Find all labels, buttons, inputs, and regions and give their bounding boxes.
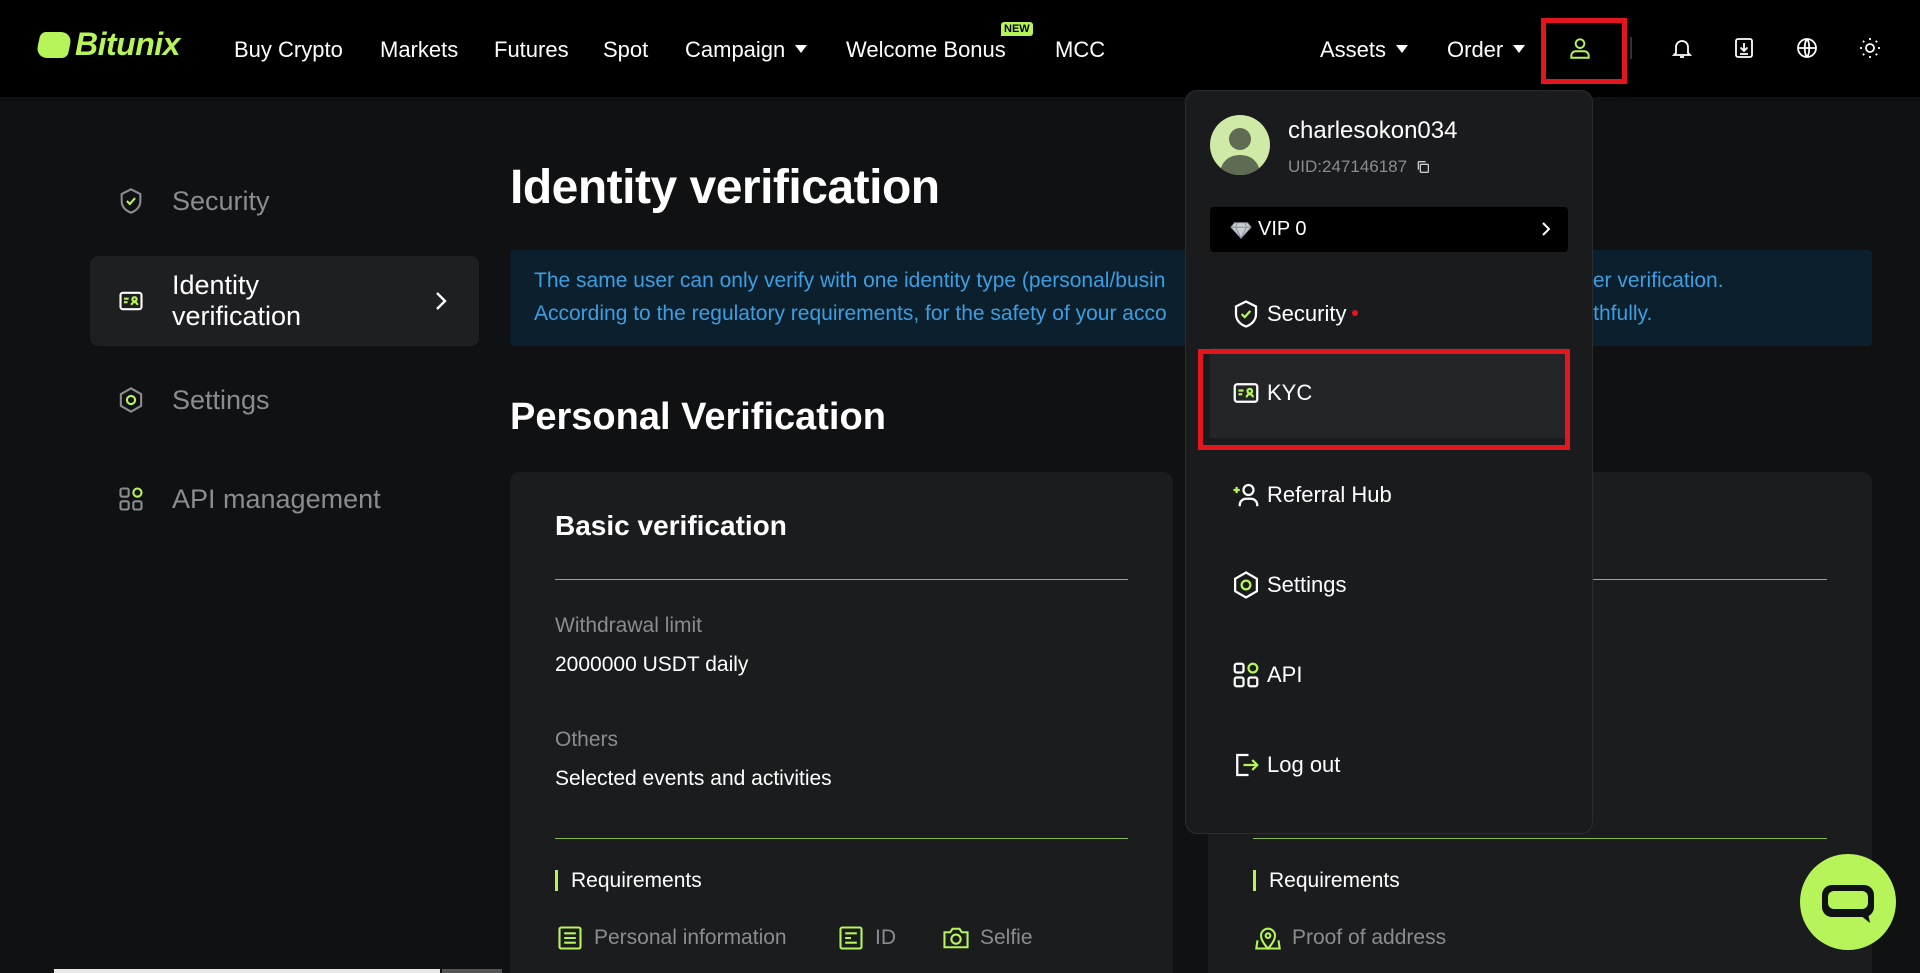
notice-line-2-start: According to the regulatory requirements… bbox=[534, 302, 1167, 325]
nav-buy-crypto[interactable]: Buy Crypto bbox=[234, 37, 343, 63]
vip-label: VIP 0 bbox=[1258, 218, 1307, 240]
settings-hex-icon bbox=[1230, 569, 1262, 601]
vip-level-bar[interactable]: VIP 0 bbox=[1210, 207, 1568, 252]
menu-item-log-out[interactable]: Log out bbox=[1210, 735, 1568, 795]
nav-assets[interactable]: Assets bbox=[1320, 37, 1409, 63]
copy-icon[interactable] bbox=[1415, 159, 1431, 175]
settings-hex-icon bbox=[116, 385, 146, 415]
username: charlesokon034 bbox=[1288, 117, 1458, 144]
bell-icon[interactable] bbox=[1667, 33, 1697, 63]
sidebar-item-api-management[interactable]: API management bbox=[90, 474, 479, 524]
requirement-label: Selfie bbox=[980, 926, 1033, 949]
nav-assets-label: Assets bbox=[1320, 37, 1387, 62]
horizontal-scrollbar[interactable] bbox=[54, 969, 440, 973]
menu-item-security-label: Security bbox=[1267, 301, 1347, 326]
caret-down-icon bbox=[1396, 45, 1409, 54]
nav-spot[interactable]: Spot bbox=[603, 37, 648, 63]
shield-check-icon bbox=[116, 186, 146, 216]
nav-campaign-label: Campaign bbox=[685, 37, 786, 62]
grid-icon bbox=[116, 484, 146, 514]
divider bbox=[555, 579, 1128, 580]
user-dropdown-menu: charlesokon034 UID:247146187 VIP 0 Secur… bbox=[1185, 90, 1593, 834]
document-icon bbox=[555, 923, 585, 953]
map-pin-icon bbox=[1253, 923, 1283, 953]
requirement-personal-information: Personal information bbox=[555, 923, 787, 953]
sun-icon[interactable] bbox=[1855, 33, 1885, 63]
menu-item-label: Settings bbox=[1267, 572, 1347, 597]
menu-item-settings[interactable]: Settings bbox=[1210, 555, 1568, 615]
sidebar-item-label: Settings bbox=[172, 384, 270, 415]
notice-line-1-start: The same user can only verify with one i… bbox=[534, 269, 1166, 292]
logo-text: Bitunix bbox=[75, 26, 180, 62]
grid-icon bbox=[1230, 659, 1262, 691]
nav-welcome-bonus[interactable]: Welcome Bonus bbox=[846, 37, 1006, 63]
sidebar-item-security[interactable]: Security bbox=[90, 176, 479, 226]
uid-text: UID:247146187 bbox=[1288, 157, 1408, 176]
globe-icon[interactable] bbox=[1792, 33, 1822, 63]
logout-icon bbox=[1230, 749, 1262, 781]
nav-campaign[interactable]: Campaign bbox=[685, 37, 808, 63]
user-uid: UID:247146187 bbox=[1288, 157, 1431, 177]
requirement-selfie: Selfie bbox=[941, 923, 1033, 953]
menu-item-label: API bbox=[1267, 662, 1303, 687]
top-navigation-bar: Bitunix Buy Crypto Markets Futures Spot … bbox=[0, 0, 1920, 97]
horizontal-scrollbar-track bbox=[442, 969, 502, 973]
requirement-label: ID bbox=[875, 926, 896, 949]
chevron-right-icon bbox=[1540, 220, 1552, 244]
divider bbox=[555, 838, 1128, 839]
download-icon[interactable] bbox=[1729, 33, 1759, 63]
sidebar-item-label: API management bbox=[172, 483, 381, 514]
logo-mark-icon bbox=[35, 31, 73, 58]
nav-mcc[interactable]: MCC bbox=[1055, 37, 1105, 63]
requirement-proof-of-address: Proof of address bbox=[1253, 923, 1446, 953]
bitunix-logo[interactable]: Bitunix bbox=[35, 26, 180, 63]
diamond-icon bbox=[1230, 220, 1252, 240]
nav-markets[interactable]: Markets bbox=[380, 37, 458, 63]
card-title: Basic verification bbox=[555, 510, 787, 541]
chat-support-button[interactable] bbox=[1800, 854, 1896, 950]
menu-item-label: Log out bbox=[1267, 752, 1341, 777]
add-user-icon bbox=[1230, 479, 1262, 511]
new-badge: NEW bbox=[1001, 22, 1033, 36]
sidebar-item-label: Security bbox=[172, 185, 270, 216]
sidebar-item-settings[interactable]: Settings bbox=[90, 375, 479, 425]
camera-icon bbox=[941, 923, 971, 953]
withdrawal-limit-value: 2000000 USDT daily bbox=[555, 653, 749, 676]
basic-verification-card: Basic verification Withdrawal limit 2000… bbox=[510, 472, 1173, 973]
sidebar-item-label: Identity verification bbox=[172, 270, 302, 331]
others-value: Selected events and activities bbox=[555, 767, 832, 790]
sidebar-item-identity-verification[interactable]: Identity verification bbox=[90, 256, 479, 346]
caret-down-icon bbox=[1513, 45, 1526, 54]
nav-futures[interactable]: Futures bbox=[494, 37, 569, 63]
section-title: Personal Verification bbox=[510, 396, 886, 438]
menu-item-referral-hub[interactable]: Referral Hub bbox=[1210, 465, 1568, 525]
menu-item-security[interactable]: Security bbox=[1210, 284, 1568, 344]
menu-item-label: Security bbox=[1267, 301, 1359, 327]
requirement-label: Proof of address bbox=[1292, 926, 1447, 949]
page-title: Identity verification bbox=[510, 161, 940, 214]
caret-down-icon bbox=[795, 45, 808, 54]
user-icon-highlight bbox=[1541, 18, 1627, 84]
chevron-right-icon bbox=[431, 290, 451, 317]
divider bbox=[1253, 838, 1827, 839]
nav-order-label: Order bbox=[1447, 37, 1504, 62]
others-label: Others bbox=[555, 728, 619, 751]
requirements-title: Requirements bbox=[555, 870, 702, 891]
nav-order[interactable]: Order bbox=[1447, 37, 1526, 63]
menu-item-label: Referral Hub bbox=[1267, 482, 1392, 507]
kyc-highlight bbox=[1198, 349, 1570, 450]
shield-check-icon bbox=[1230, 298, 1262, 330]
nav-divider bbox=[1630, 37, 1632, 59]
avatar bbox=[1210, 115, 1270, 175]
requirement-label: Personal information bbox=[594, 926, 787, 949]
chat-bubble-icon bbox=[1820, 879, 1876, 925]
id-icon bbox=[836, 923, 866, 953]
withdrawal-limit-label: Withdrawal limit bbox=[555, 614, 703, 637]
id-card-icon bbox=[116, 286, 146, 316]
requirement-id: ID bbox=[836, 923, 896, 953]
requirements-title: Requirements bbox=[1253, 870, 1400, 891]
notification-dot bbox=[1352, 310, 1359, 317]
menu-item-api[interactable]: API bbox=[1210, 645, 1568, 705]
